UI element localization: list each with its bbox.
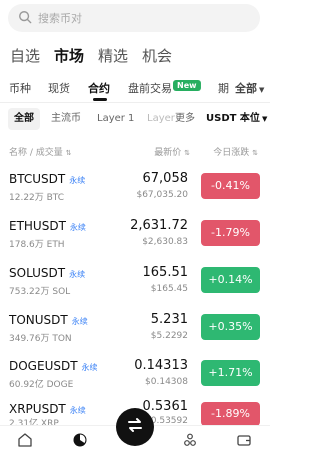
trade-swap-button[interactable] [116, 408, 154, 446]
row-volume: 178.6万 ETH [9, 240, 65, 250]
tab-market[interactable]: 市场 [54, 45, 84, 66]
filter-all[interactable]: 全部 [8, 108, 40, 130]
row-change: -0.41% [201, 173, 260, 199]
symbol-name: XRPUSDT [9, 402, 66, 416]
perp-tag: 永续 [69, 406, 86, 415]
more-filters[interactable]: 更多 [175, 108, 195, 130]
row-symbol: SOLUSDT 永续 [9, 266, 85, 280]
wallet-icon[interactable] [236, 432, 252, 448]
symbol-name: SOLUSDT [9, 266, 66, 280]
row-symbol: DOGEUSDT 永续 [9, 359, 98, 373]
all-dropdown[interactable]: 全部 ▼ [235, 80, 264, 96]
row-price: 0.14313 [134, 358, 188, 373]
row-symbol: BTCUSDT 永续 [9, 172, 85, 186]
col-change[interactable]: 今日涨跌 ⇅ [213, 145, 258, 158]
perp-tag: 永续 [69, 223, 86, 232]
col-price-label: 最新价 [154, 148, 182, 158]
row-price: 0.5361 [142, 399, 189, 414]
table-row[interactable]: BTCUSDT 永续 12.22万 BTC 67,058 $67,035.20 -… [0, 168, 270, 215]
row-price: 5.231 [150, 312, 188, 327]
caret-down-icon: ▼ [259, 86, 265, 94]
sort-icon: ⇅ [252, 149, 258, 157]
symbol-name: BTCUSDT [9, 172, 66, 186]
col-change-label: 今日涨跌 [213, 148, 250, 158]
filter-layer1[interactable]: Layer 1 [97, 108, 134, 130]
filter-mainstream[interactable]: 主流币 [51, 108, 81, 130]
row-volume: 349.76万 TON [9, 334, 72, 344]
table-row[interactable]: SOLUSDT 永续 753.22万 SOL 165.51 $165.45 +0.… [0, 262, 270, 309]
subtab-coins[interactable]: 币种 [9, 80, 31, 96]
perp-tag: 永续 [71, 317, 88, 326]
home-icon[interactable] [17, 432, 33, 448]
filter-layer2[interactable]: Layer [147, 108, 175, 130]
row-volume: 753.22万 SOL [9, 287, 71, 297]
subtab-futures[interactable]: 合约 [88, 80, 110, 96]
sort-icon: ⇅ [184, 149, 190, 157]
symbol-name: DOGEUSDT [9, 359, 78, 373]
row-symbol: TONUSDT 永续 [9, 313, 88, 327]
table-row[interactable]: DOGEUSDT 永续 60.92亿 DOGE 0.14313 $0.14308 … [0, 355, 270, 402]
search-bar[interactable]: 搜索币对 [8, 4, 260, 32]
scroll-fade [200, 78, 212, 100]
row-change: +0.35% [201, 314, 260, 340]
row-change: +1.71% [201, 360, 260, 386]
subtab-premarket[interactable]: 盘前交易 [128, 80, 172, 96]
sub-tabs: 币种 现货 合约 盘前交易 New 期 全部 ▼ [0, 78, 270, 101]
tab-featured[interactable]: 精选 [98, 45, 128, 66]
row-change: +0.14% [201, 267, 260, 293]
column-headers: 名称 / 成交量 ⇅ 最新价 ⇅ 今日涨跌 ⇅ [0, 145, 270, 159]
row-usd-price: $67,035.20 [136, 190, 188, 200]
row-price: 2,631.72 [130, 218, 188, 233]
divider [0, 102, 270, 103]
col-price[interactable]: 最新价 ⇅ [154, 145, 190, 158]
discover-icon[interactable] [182, 432, 198, 448]
subtab-period[interactable]: 期 [218, 80, 229, 96]
row-usd-price: $2,630.83 [142, 237, 188, 247]
col-name-volume-label: 名称 / 成交量 [9, 148, 63, 158]
row-price: 67,058 [142, 171, 189, 186]
table-row[interactable]: TONUSDT 永续 349.76万 TON 5.231 $5.2292 +0.3… [0, 309, 270, 356]
search-placeholder: 搜索币对 [38, 12, 82, 25]
row-usd-price: $165.45 [150, 284, 188, 294]
new-badge: New [173, 80, 201, 91]
symbol-name: TONUSDT [9, 313, 68, 327]
filter-bar: 全部 主流币 Layer 1 Layer 更多 USDT 本位 ▼ [0, 108, 270, 130]
category-tabs: 自选 市场 精选 机会 [10, 45, 172, 66]
perp-tag: 永续 [69, 270, 86, 279]
unit-selector-label: USDT 本位 [206, 113, 260, 124]
row-symbol: XRPUSDT 永续 [9, 402, 86, 416]
row-usd-price: $5.2292 [150, 331, 188, 341]
all-dropdown-label: 全部 [235, 82, 257, 95]
row-volume: 60.92亿 DOGE [9, 380, 74, 390]
row-price: 165.51 [142, 265, 189, 280]
caret-down-icon: ▼ [261, 115, 268, 123]
row-change: -1.79% [201, 220, 260, 246]
sort-icon: ⇅ [65, 149, 72, 157]
search-icon [18, 9, 32, 28]
table-row[interactable]: ETHUSDT 永续 178.6万 ETH 2,631.72 $2,630.83 … [0, 215, 270, 262]
tab-opportunities[interactable]: 机会 [142, 45, 172, 66]
unit-selector[interactable]: USDT 本位 ▼ [206, 108, 267, 130]
symbol-name: ETHUSDT [9, 219, 66, 233]
row-volume: 12.22万 BTC [9, 193, 65, 203]
row-symbol: ETHUSDT 永续 [9, 219, 86, 233]
perp-tag: 永续 [69, 176, 86, 185]
market-icon[interactable] [72, 432, 88, 448]
row-change: -1.89% [201, 402, 260, 426]
active-tab-underline [93, 98, 107, 101]
perp-tag: 永续 [81, 363, 98, 372]
col-name-volume[interactable]: 名称 / 成交量 ⇅ [9, 145, 72, 158]
subtab-spot[interactable]: 现货 [48, 80, 70, 96]
tab-watchlist[interactable]: 自选 [10, 45, 40, 66]
row-usd-price: $0.14308 [145, 377, 188, 387]
swap-icon [125, 415, 145, 439]
